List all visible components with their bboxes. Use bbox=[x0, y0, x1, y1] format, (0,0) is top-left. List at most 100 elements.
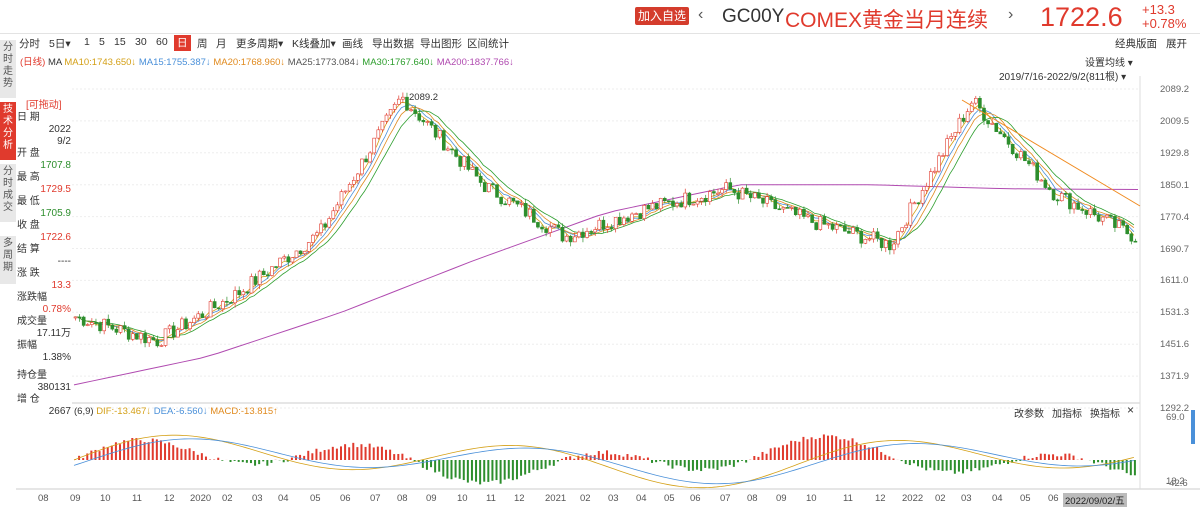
tab-ticks[interactable]: 分时成交 bbox=[0, 164, 16, 223]
candle-body bbox=[393, 104, 396, 109]
macd-bar bbox=[807, 439, 809, 460]
period-toolbar: 分时 5日▾ 1 5 15 30 60 日 周 月 更多周期▾ K线叠加▾ 画线… bbox=[0, 35, 1200, 52]
tb-item[interactable]: 导出数据 bbox=[372, 36, 414, 51]
chevron-right-icon[interactable]: › bbox=[1008, 6, 1013, 24]
macd-bar bbox=[864, 445, 866, 460]
macd-bar bbox=[721, 460, 723, 467]
macd-bar bbox=[606, 450, 608, 460]
macd-bar bbox=[217, 458, 219, 460]
ma-settings[interactable]: 设置均线 ▾ bbox=[1085, 54, 1133, 69]
expand-button[interactable]: 展开 bbox=[1166, 36, 1187, 51]
candle-body bbox=[328, 219, 331, 228]
add-indicator-button[interactable]: 加指标 bbox=[1052, 405, 1082, 420]
close-icon[interactable]: × bbox=[1127, 403, 1134, 417]
add-favorite-button[interactable]: 加入自选 bbox=[635, 7, 689, 25]
candle-body bbox=[1040, 180, 1043, 181]
tb-item[interactable]: 5日▾ bbox=[49, 36, 71, 51]
tab-technical[interactable]: 技术分析 bbox=[0, 102, 16, 161]
macd-bar bbox=[442, 460, 444, 477]
x-tick-label: 2020 bbox=[190, 493, 211, 504]
candle-body bbox=[356, 174, 359, 180]
x-tick-label: 04 bbox=[992, 493, 1003, 504]
label: 成交量 bbox=[17, 316, 71, 328]
macd-bar bbox=[148, 442, 150, 460]
tb-item[interactable]: 周 bbox=[197, 36, 208, 51]
candle-body bbox=[401, 97, 404, 99]
candle-body bbox=[397, 99, 400, 104]
macd-bar bbox=[1040, 454, 1042, 460]
tb-item[interactable]: 区间统计 bbox=[467, 36, 509, 51]
candle-body bbox=[491, 184, 494, 185]
candle-body bbox=[1077, 203, 1080, 209]
macd-legend: (6,9) DIF:-13.467↓ DEA:-6.560↓ MACD:-13.… bbox=[74, 406, 278, 417]
macd-bar bbox=[459, 460, 461, 479]
macd-bar bbox=[892, 458, 894, 460]
tab-intraday[interactable]: 分时走势 bbox=[0, 40, 16, 99]
candle-body bbox=[987, 120, 990, 123]
switch-indicator-button[interactable]: 换指标 bbox=[1090, 405, 1120, 420]
tab-daily[interactable]: 日 bbox=[174, 35, 191, 51]
macd-bar bbox=[790, 441, 792, 460]
candle-body bbox=[573, 237, 576, 242]
tb-item[interactable]: 分时 bbox=[19, 36, 40, 51]
tb-item[interactable]: 5 bbox=[99, 36, 105, 48]
macd-bar bbox=[725, 460, 727, 466]
candle-body bbox=[1011, 144, 1014, 153]
macd-bar bbox=[1109, 460, 1111, 470]
macd-bar bbox=[794, 441, 796, 460]
macd-bar bbox=[1048, 454, 1050, 460]
tb-item[interactable]: 30 bbox=[135, 36, 147, 48]
label: 持仓量 bbox=[17, 370, 71, 382]
macd-bar bbox=[270, 460, 272, 463]
tab-multi-period[interactable]: 多周期 bbox=[0, 236, 16, 285]
tb-item[interactable]: K线叠加▾ bbox=[292, 36, 336, 51]
macd-bar bbox=[512, 460, 514, 480]
macd-bar bbox=[610, 454, 612, 460]
tb-item[interactable]: 画线 bbox=[342, 36, 363, 51]
macd-bar bbox=[1113, 460, 1115, 469]
tb-item[interactable]: 60 bbox=[156, 36, 168, 48]
candle-body bbox=[324, 224, 327, 227]
macd-bar bbox=[1044, 454, 1046, 460]
x-tick-label: 12 bbox=[875, 493, 886, 504]
tb-item[interactable]: 1 bbox=[84, 36, 90, 48]
tb-item[interactable]: 15 bbox=[114, 36, 126, 48]
layout-classic[interactable]: 经典版面 bbox=[1115, 36, 1157, 51]
y-tick-label: 1690.7 bbox=[1160, 244, 1189, 255]
macd-bar bbox=[655, 460, 657, 462]
macd-bar bbox=[410, 458, 412, 460]
draggable-label[interactable]: [可拖动] bbox=[17, 100, 71, 112]
macd-bar bbox=[618, 455, 620, 460]
candle-body bbox=[680, 203, 683, 207]
macd-params-button[interactable]: 改参数 bbox=[1014, 405, 1044, 420]
candle-body bbox=[557, 225, 560, 227]
macd-bar bbox=[737, 460, 739, 462]
macd-bar bbox=[377, 447, 379, 460]
macd-bar bbox=[982, 460, 984, 468]
candle-body bbox=[966, 112, 969, 122]
candle-body bbox=[373, 138, 376, 153]
candle-body bbox=[553, 225, 556, 227]
candle-body bbox=[139, 333, 142, 339]
candle-body bbox=[74, 317, 77, 318]
macd-bar bbox=[242, 460, 244, 462]
candle-body bbox=[270, 267, 273, 276]
candle-body bbox=[618, 217, 621, 224]
macd-bar bbox=[991, 460, 993, 465]
candle-body bbox=[520, 203, 523, 204]
candle-body bbox=[614, 217, 617, 228]
x-tick-label: 04 bbox=[278, 493, 289, 504]
candle-body bbox=[811, 215, 814, 223]
macd-bar bbox=[152, 439, 154, 460]
macd-bar bbox=[729, 460, 731, 465]
candle-body bbox=[852, 228, 855, 234]
candle-body bbox=[1118, 221, 1121, 228]
tb-item[interactable]: 月 bbox=[216, 36, 227, 51]
candle-body bbox=[156, 340, 159, 346]
tb-item[interactable]: 导出图形 bbox=[420, 36, 462, 51]
tb-item[interactable]: 更多周期▾ bbox=[236, 36, 283, 51]
candle-body bbox=[164, 329, 167, 346]
chevron-left-icon[interactable]: ‹ bbox=[698, 6, 703, 24]
macd-bar bbox=[766, 454, 768, 460]
macd-bar bbox=[315, 449, 317, 460]
